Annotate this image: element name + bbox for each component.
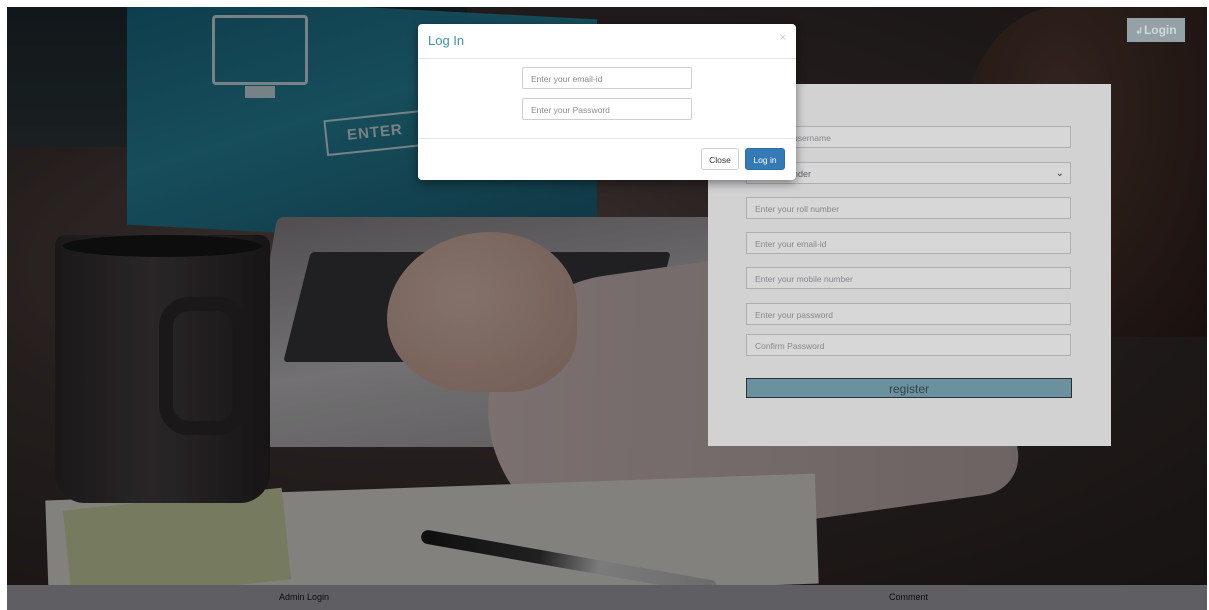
modal-password-input[interactable]: Enter your Password <box>522 98 692 120</box>
close-icon[interactable]: × <box>780 32 786 44</box>
modal-password-placeholder: Enter your Password <box>531 105 610 115</box>
modal-login-button[interactable]: Log in <box>745 148 785 170</box>
modal-footer <box>418 138 796 181</box>
admin-login-link[interactable]: Admin Login <box>279 592 329 602</box>
modal-close-button[interactable]: Close <box>701 148 739 170</box>
login-modal: Log In × Enter your email-id Enter your … <box>418 24 796 180</box>
modal-email-placeholder: Enter your email-id <box>531 74 603 84</box>
modal-header: Log In × <box>418 24 796 59</box>
modal-title: Log In <box>428 33 465 48</box>
modal-email-input[interactable]: Enter your email-id <box>522 67 692 89</box>
footer-bar: Admin Login Comment <box>7 585 1207 610</box>
comment-link[interactable]: Comment <box>889 592 928 602</box>
